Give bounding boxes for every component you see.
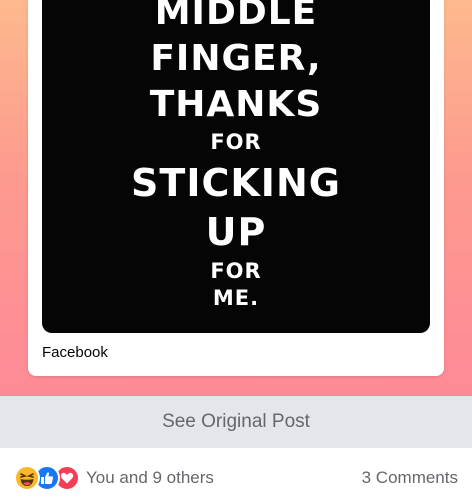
see-original-post-button[interactable]: See Original Post bbox=[0, 396, 472, 448]
image-text-line: UP bbox=[205, 210, 267, 254]
reactions-summary[interactable]: You and 9 others bbox=[14, 465, 214, 491]
image-text-line: MIDDLE bbox=[154, 0, 318, 33]
image-text-line: FINGER, bbox=[150, 38, 322, 79]
see-original-post-label: See Original Post bbox=[162, 411, 310, 432]
image-text-line: THANKS bbox=[149, 84, 323, 125]
post-image[interactable]: MIDDLE FINGER, THANKS FOR STICKING UP FO… bbox=[42, 0, 430, 333]
shared-source-label[interactable]: Facebook bbox=[42, 344, 108, 361]
reactions-count-text: You and 9 others bbox=[86, 468, 214, 487]
image-text-line: FOR bbox=[210, 130, 262, 154]
shared-post-card[interactable]: MIDDLE FINGER, THANKS FOR STICKING UP FO… bbox=[28, 0, 444, 376]
haha-icon bbox=[14, 465, 40, 491]
post-footer: You and 9 others 3 Comments bbox=[0, 456, 472, 500]
comments-count-link[interactable]: 3 Comments bbox=[362, 468, 458, 488]
image-text-line: ME. bbox=[212, 286, 260, 310]
image-text-line: FOR bbox=[210, 259, 262, 283]
reaction-icons bbox=[14, 465, 80, 491]
image-text-line: STICKING bbox=[131, 161, 341, 205]
